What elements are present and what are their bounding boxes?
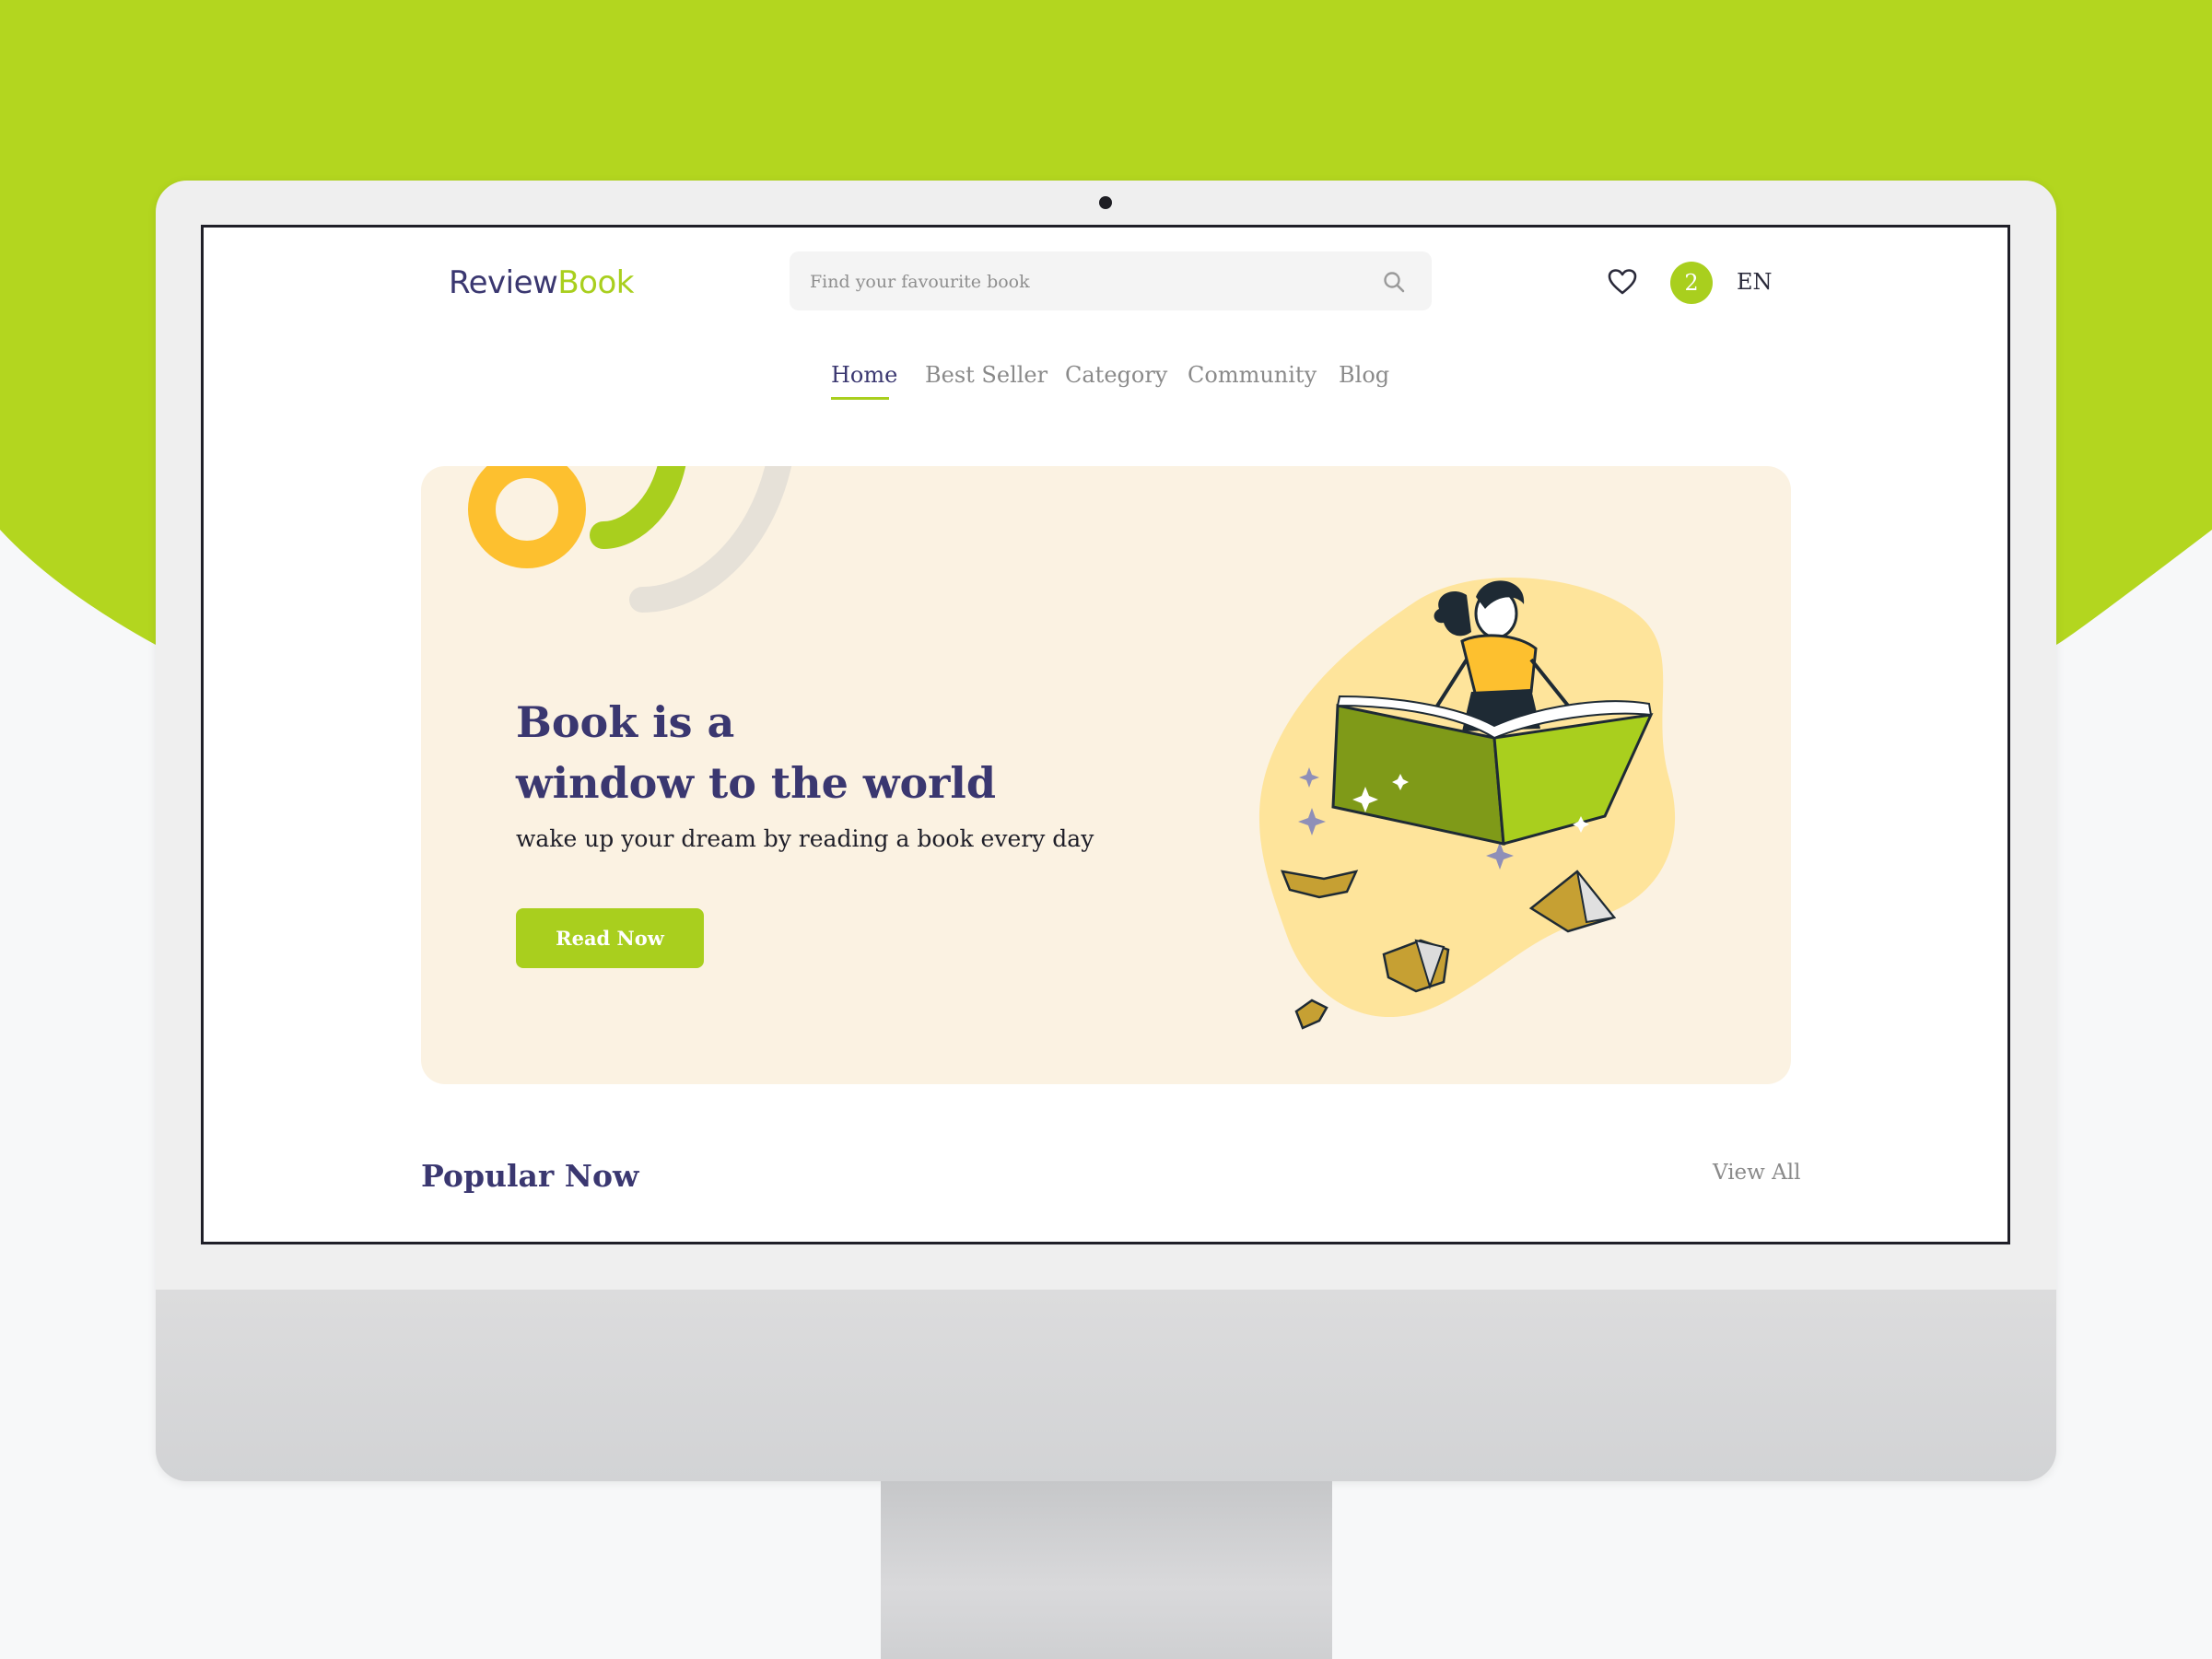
search-bar <box>790 251 1432 312</box>
nav-home[interactable]: Home <box>831 362 897 388</box>
main-nav: Home Best Seller Category Community Blog <box>204 362 2007 408</box>
logo-part-review: Review <box>449 264 558 301</box>
nav-category[interactable]: Category <box>1065 362 1167 388</box>
decorative-shapes <box>468 466 792 613</box>
cart-count-badge[interactable]: 2 <box>1670 262 1713 304</box>
hero-banner: Book is a window to the world wake up yo… <box>421 466 1791 1084</box>
view-all-link[interactable]: View All <box>1713 1161 1801 1185</box>
logo[interactable]: ReviewBook <box>449 264 634 301</box>
hero-title: Book is a window to the world <box>516 692 1161 813</box>
logo-part-book: Book <box>557 264 634 301</box>
nav-community[interactable]: Community <box>1188 362 1317 388</box>
reading-girl-illustration <box>1258 578 1676 1030</box>
search-icon[interactable] <box>1382 270 1406 294</box>
search-input[interactable] <box>808 251 1364 312</box>
nav-active-indicator <box>831 397 889 400</box>
language-selector[interactable]: EN <box>1737 269 1773 295</box>
read-now-button[interactable]: Read Now <box>516 908 704 968</box>
hero-subtitle: wake up your dream by reading a book eve… <box>516 825 1094 852</box>
screen: ReviewBook 2 EN Home Best Seller Categor… <box>201 225 2010 1244</box>
heart-icon[interactable] <box>1608 268 1637 296</box>
nav-best-seller[interactable]: Best Seller <box>925 362 1047 388</box>
monitor-stand <box>881 1481 1332 1659</box>
hero-title-line2: window to the world <box>516 758 997 808</box>
popular-now-heading: Popular Now <box>421 1158 639 1194</box>
monitor-chin <box>156 1290 2056 1481</box>
nav-blog[interactable]: Blog <box>1339 362 1389 388</box>
camera-icon <box>1099 196 1112 209</box>
hero-title-line1: Book is a <box>516 697 735 747</box>
